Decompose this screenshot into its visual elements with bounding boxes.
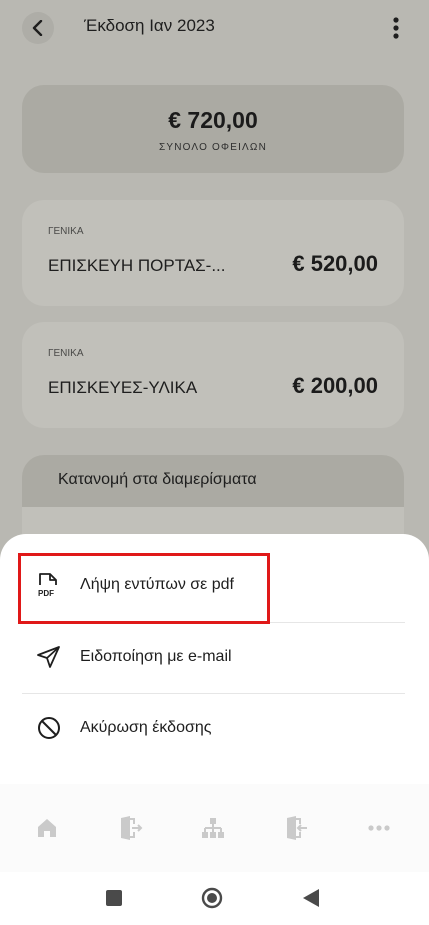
top-app-bar: Έκδοση Ιαν 2023 (0, 0, 429, 56)
nav-home[interactable] (33, 814, 61, 842)
nav-enter[interactable] (282, 814, 310, 842)
email-notification-label: Ειδοποίηση με e-mail (80, 648, 232, 665)
back-system-button[interactable] (300, 887, 322, 909)
expense-name: ΕΠΙΣΚΕΥΗ ΠΟΡΤΑΣ-... (48, 256, 226, 275)
email-notification-option[interactable]: Ειδοποίηση με e-mail (22, 622, 404, 692)
triangle-back-icon (303, 889, 319, 907)
expense-card[interactable]: ΓΕΝΙΚΑ ΕΠΙΣΚΕΥΗ ΠΟΡΤΑΣ-... € 520,00 (22, 200, 404, 306)
expense-category: ΓΕΝΙΚΑ (48, 226, 84, 237)
nav-more[interactable] (365, 814, 393, 842)
more-options-button[interactable] (384, 14, 408, 42)
expense-amount: € 200,00 (292, 373, 378, 398)
more-vertical-icon (393, 17, 399, 39)
total-label: ΣΥΝΟΛΟ ΟΦΕΙΛΩΝ (158, 142, 268, 153)
highlight-box (18, 553, 270, 624)
send-icon (37, 646, 60, 668)
back-button[interactable] (22, 12, 54, 44)
square-icon (106, 890, 122, 906)
allocation-title: Κατανομή στα διαμερίσματα (22, 455, 404, 507)
hierarchy-icon (202, 818, 224, 838)
enter-door-icon (287, 816, 307, 840)
home-system-button[interactable] (201, 887, 223, 909)
cancel-issue-label: Ακύρωση έκδοσης (80, 719, 212, 736)
expense-category: ΓΕΝΙΚΑ (48, 348, 84, 359)
recents-button[interactable] (103, 887, 125, 909)
block-icon (38, 717, 60, 739)
total-debt-card: € 720,00 ΣΥΝΟΛΟ ΟΦΕΙΛΩΝ (22, 85, 404, 173)
screen: Έκδοση Ιαν 2023 € 720,00 ΣΥΝΟΛΟ ΟΦΕΙΛΩΝ … (0, 0, 429, 925)
more-horizontal-icon (368, 825, 390, 831)
home-icon (38, 819, 56, 837)
chevron-left-icon (32, 20, 43, 36)
system-navigation-bar (0, 872, 429, 925)
expense-name: ΕΠΙΣΚΕΥΕΣ-ΥΛΙΚΑ (48, 378, 198, 397)
total-amount: € 720,00 (168, 107, 258, 133)
expense-amount: € 520,00 (292, 251, 378, 276)
circle-icon (201, 887, 223, 909)
expense-card[interactable]: ΓΕΝΙΚΑ ΕΠΙΣΚΕΥΕΣ-ΥΛΙΚΑ € 200,00 (22, 322, 404, 428)
bottom-navigation (0, 784, 429, 872)
exit-door-icon (121, 816, 143, 840)
nav-hierarchy[interactable] (199, 814, 227, 842)
cancel-issue-option[interactable]: Ακύρωση έκδοσης (22, 693, 404, 763)
page-title: Έκδοση Ιαν 2023 (84, 16, 215, 35)
nav-exit[interactable] (116, 814, 144, 842)
